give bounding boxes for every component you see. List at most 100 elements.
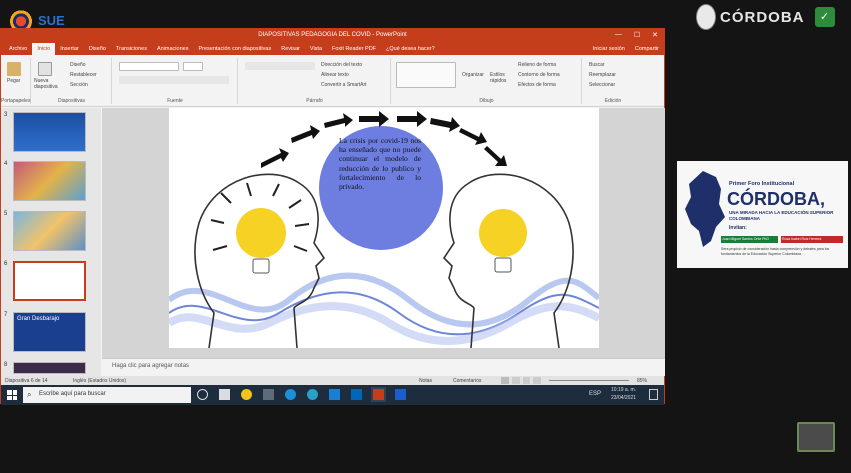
paste-icon[interactable] [7,62,21,76]
wave-decoration [166,272,601,345]
current-slide[interactable]: La crisis por covid-19 nos ha enseñado q… [166,108,601,349]
slide-thumb-3[interactable] [13,112,86,152]
share-button[interactable]: Compartir [630,46,664,52]
align-text-button[interactable]: Alinear texto [321,72,349,78]
group-parrafo: Dirección del texto Alinear texto Conver… [239,58,391,104]
meet-icon[interactable] [395,389,406,400]
notes-toggle[interactable]: Notas [419,378,432,384]
channel-logo [797,422,835,452]
forum-name: CÓRDOBA, [727,189,825,209]
thumb-number: 7 [4,312,8,318]
find-button[interactable]: Buscar [589,62,605,68]
group-dibujo: Organizar Estilos rápidos Relleno de for… [392,58,582,104]
slide-thumb-4[interactable] [13,161,86,201]
language-indicator[interactable]: Inglés (Estados Unidos) [73,378,126,384]
shape-fill-button[interactable]: Relleno de forma [518,62,556,68]
tab-vista[interactable]: Vista [305,46,327,52]
store-icon[interactable] [329,389,340,400]
slide-thumb-6[interactable] [13,261,86,301]
paragraph-buttons[interactable] [245,62,315,70]
mail-icon[interactable] [351,389,362,400]
smartart-button[interactable]: Convertir a SmartArt [321,82,367,88]
tab-animaciones[interactable]: Animaciones [152,46,194,52]
tell-me-box[interactable]: ¿Qué desea hacer? [381,46,440,52]
thumb-number: 8 [4,362,8,368]
close-icon[interactable]: ✕ [652,31,658,39]
section-button[interactable]: Sección [70,82,88,88]
powerpoint-taskbar-icon[interactable] [371,387,386,402]
zoom-slider[interactable] [549,380,629,381]
new-slide-button[interactable]: Nueva diapositiva [34,78,64,90]
organizer-name-2: Rosa Isabel Ruiz Herrera [781,236,843,243]
tab-insertar[interactable]: Insertar [55,46,84,52]
group-diapositivas: Nueva diapositiva Diseño Restablecer Sec… [32,58,112,104]
tab-transiciones[interactable]: Transiciones [111,46,152,52]
slide-thumb-8[interactable] [13,362,86,374]
replace-button[interactable]: Reemplazar [589,72,616,78]
font-format-buttons[interactable] [119,76,229,84]
notes-pane[interactable]: Haga clic para agregar notas [102,358,665,376]
windows-start-icon[interactable] [7,390,17,400]
paste-button[interactable]: Pegar [7,78,20,84]
font-name-input[interactable] [119,62,179,71]
comments-toggle[interactable]: Comentarios [453,378,481,384]
forum-title: Primer Foro Institucional [729,181,795,187]
input-language[interactable]: ESP [589,391,601,397]
skype-icon[interactable] [285,389,296,400]
select-button[interactable]: Seleccionar [589,82,615,88]
file-explorer-icon[interactable] [219,389,230,400]
status-bar: Diapositiva 6 de 14 Inglés (Estados Unid… [1,376,664,385]
cordoba-logo: CÓRDOBA ✓ [696,2,846,32]
group-fuente: Fuente [113,58,238,104]
arrange-button[interactable]: Organizar [462,72,484,78]
sign-in-link[interactable]: Iniciar sesión [588,46,630,52]
notifications-icon[interactable] [649,389,658,400]
new-slide-icon[interactable] [38,62,52,76]
tab-presentacion[interactable]: Presentación con diapositivas [193,46,276,52]
slide-body-text[interactable]: La crisis por covid-19 nos ha enseñado q… [339,136,421,191]
shape-outline-button[interactable]: Contorno de forma [518,72,560,78]
thumb-title: Gran Desbarajo [17,316,60,322]
chrome-icon[interactable] [241,389,252,400]
shape-effects-button[interactable]: Efectos de forma [518,82,556,88]
window-title: DIAPOSITIVAS PEDAGOGIA DEL COVID - Power… [258,32,407,38]
left-lightbulb-icon [236,208,286,258]
edge-icon[interactable] [307,389,318,400]
clock-date[interactable]: 23/04/2021 [611,395,636,401]
forum-footer: Sera propicio de consideración hasta com… [721,247,830,256]
taskbar-search-input[interactable]: ⌕ Escribe aquí para buscar [23,387,191,403]
group-label: Párrafo [306,98,323,104]
task-view-icon[interactable] [197,389,208,400]
slide-thumb-7[interactable]: Gran Desbarajo [13,312,86,352]
group-label: Portapapeles [1,98,31,104]
tab-archivo[interactable]: Archivo [4,46,32,52]
tab-foxit[interactable]: Foxit Reader PDF [327,46,381,52]
slide-thumb-5[interactable] [13,211,86,251]
seal-icon [696,4,716,30]
left-bulb-base [252,258,270,274]
powerpoint-window: DIAPOSITIVAS PEDAGOGIA DEL COVID - Power… [0,28,665,405]
text-direction-button[interactable]: Dirección del texto [321,62,362,68]
clock-time[interactable]: 10:19 a. m. [611,387,636,393]
quick-styles-button[interactable]: Estilos rápidos [490,72,512,84]
search-placeholder: Escribe aquí para buscar [39,391,106,397]
minimize-icon[interactable]: — [615,31,622,39]
folder-icon[interactable] [263,389,274,400]
view-buttons[interactable] [501,377,541,384]
right-lightbulb-icon [479,209,527,257]
search-icon: ⌕ [27,390,32,399]
font-size-input[interactable] [183,62,203,71]
zoom-level[interactable]: 85% [637,378,647,384]
title-bar: DIAPOSITIVAS PEDAGOGIA DEL COVID - Power… [1,29,664,43]
group-label: Fuente [167,98,183,104]
tab-inicio[interactable]: Inicio [32,43,56,55]
notes-placeholder: Haga clic para agregar notas [112,363,190,369]
tab-revisar[interactable]: Revisar [276,46,305,52]
reset-button[interactable]: Restablecer [70,72,97,78]
shapes-gallery[interactable] [396,62,456,88]
slide-thumbnails-pane[interactable]: 3 4 5 6 7 Gran Desbarajo 8 [1,108,101,376]
forum-banner: Primer Foro Institucional CÓRDOBA, UNA M… [677,161,848,268]
tab-diseno[interactable]: Diseño [84,46,111,52]
maximize-icon[interactable]: ☐ [634,31,640,39]
layout-button[interactable]: Diseño [70,62,86,68]
